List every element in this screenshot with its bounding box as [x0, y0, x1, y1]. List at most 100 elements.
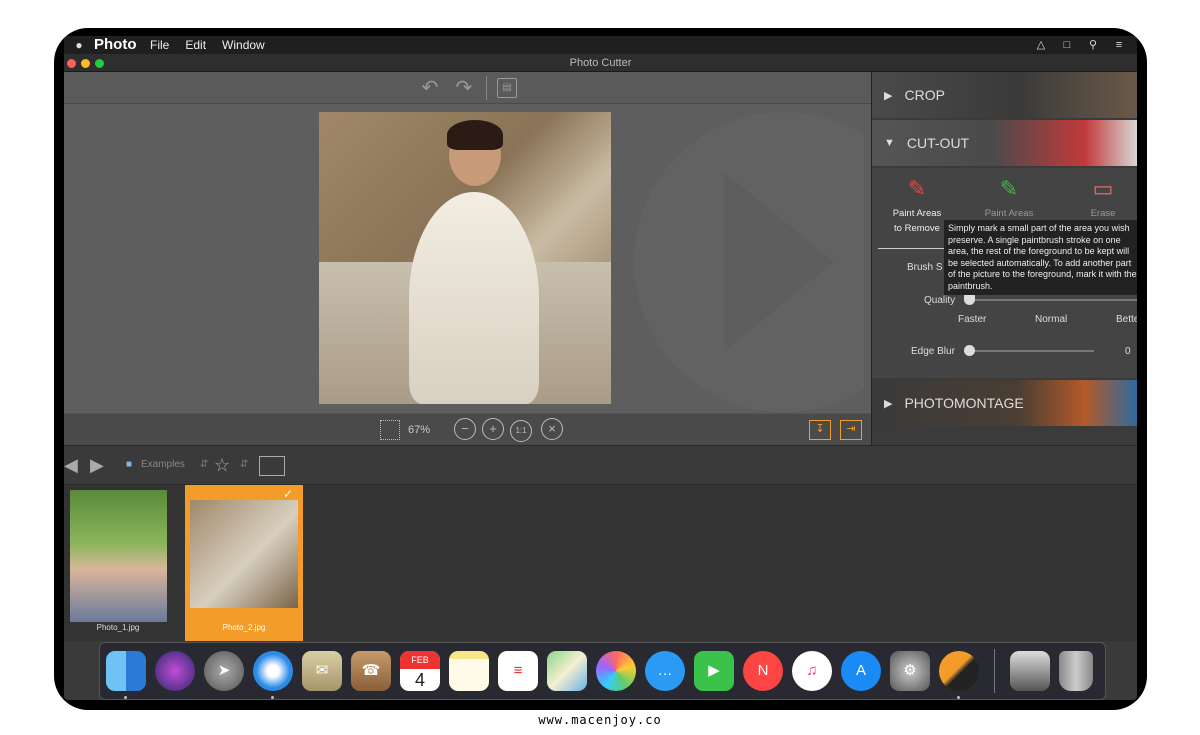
messages-icon[interactable]: …	[645, 651, 685, 691]
folder-popup-icon[interactable]: ⇵	[200, 454, 208, 476]
facetime-icon[interactable]: ▶	[694, 651, 734, 691]
window-title: Photo Cutter	[569, 57, 632, 69]
section-photomontage-label: PHOTOMONTAGE	[904, 395, 1024, 411]
expand-triangle-icon: ▶	[884, 397, 893, 410]
eraser-icon: ▭	[1092, 176, 1114, 201]
news-icon[interactable]: N	[743, 651, 783, 691]
quality-label: Quality	[924, 295, 956, 306]
watermark-logo	[634, 112, 864, 412]
thumbnail-caption: Photo_2.jpg	[222, 623, 266, 632]
siri-icon[interactable]	[155, 651, 195, 691]
quality-tick-faster: Faster	[958, 314, 987, 325]
red-brush-icon: ✎	[907, 176, 927, 201]
tool-erase-label: Erase	[1090, 208, 1116, 219]
safari-icon[interactable]	[253, 651, 293, 699]
thumbnail-item[interactable]: Photo_1.jpg	[64, 485, 182, 641]
menu-window[interactable]: Window	[222, 38, 265, 52]
fit-icon[interactable]	[380, 418, 400, 442]
dock-divider	[994, 649, 995, 693]
section-photomontage[interactable]: ▶ PHOTOMONTAGE	[872, 380, 1137, 426]
collapse-triangle-icon: ▼	[884, 137, 895, 149]
calendar-icon[interactable]: FEB 4	[400, 651, 440, 691]
mail-icon[interactable]: ✉	[302, 651, 342, 691]
folder-name[interactable]: Examples	[141, 454, 185, 476]
reminders-icon[interactable]: ≡	[498, 651, 538, 691]
minimize-button[interactable]	[81, 59, 90, 68]
maps-icon[interactable]	[547, 651, 587, 691]
rating-popup-icon[interactable]: ⇵	[240, 454, 248, 476]
menu-edit[interactable]: Edit	[185, 38, 206, 52]
finder-icon[interactable]	[106, 651, 146, 699]
photos-icon[interactable]	[596, 651, 636, 691]
edge-blur-label: Edge Blur	[911, 346, 955, 357]
export-icon[interactable]: ↧	[809, 420, 831, 440]
system-preferences-icon[interactable]: ⚙	[890, 651, 930, 691]
menu-file[interactable]: File	[150, 38, 169, 52]
zoom-fit-icon[interactable]: ×	[541, 418, 563, 440]
apple-icon[interactable]: ●	[64, 38, 94, 52]
tool-paint-remove[interactable]: ✎ Paint Areas to Remove	[882, 174, 952, 234]
edge-blur-value: 0	[1125, 346, 1131, 357]
calendar-day: 4	[414, 670, 425, 690]
edge-blur-slider-knob[interactable]	[964, 345, 975, 356]
quality-slider-knob[interactable]	[964, 294, 975, 305]
top-toolbar: ↶ ↷ ▤	[64, 72, 871, 104]
compare-icon[interactable]: ⇥	[840, 420, 862, 440]
actual-size-icon[interactable]: 1:1	[510, 420, 532, 442]
right-panel: ▶ CROP ▼ CUT-OUT ✎ Paint Areas to Remove…	[871, 72, 1137, 445]
folder-small-icon: ■	[126, 459, 133, 470]
redo-icon[interactable]: ↷	[452, 76, 476, 100]
thumbnail-item-selected[interactable]: ✓ Photo_2.jpg	[185, 485, 303, 641]
zoom-in-icon[interactable]: +	[482, 418, 504, 440]
zoom-level: 67%	[408, 424, 431, 436]
zoom-bar: 67% − + 1:1 × ↧ ⇥	[64, 413, 871, 445]
music-icon[interactable]: ♫	[792, 651, 832, 691]
thumbnail-image	[70, 490, 167, 622]
section-crop-label: CROP	[904, 87, 945, 103]
launchpad-icon[interactable]: ➤	[204, 651, 244, 691]
cutout-tools: ✎ Paint Areas to Remove ✎ Paint Areas ▭ …	[872, 168, 1137, 378]
tool-erase[interactable]: ▭ Erase	[1068, 174, 1137, 219]
selected-tool-underline	[878, 248, 948, 249]
tool-paint-keep[interactable]: ✎ Paint Areas	[974, 174, 1044, 219]
contacts-icon[interactable]: ☎	[351, 651, 391, 691]
section-cutout[interactable]: ▼ CUT-OUT	[872, 120, 1137, 166]
quality-slider[interactable]	[964, 299, 1137, 301]
expand-triangle-icon: ▶	[884, 89, 893, 102]
app-store-icon[interactable]: A	[841, 651, 881, 691]
zoom-out-icon[interactable]: −	[454, 418, 476, 440]
brush-size-label: Brush S	[907, 262, 943, 273]
trash-icon[interactable]	[1059, 651, 1093, 691]
window-titlebar: Photo Cutter	[64, 54, 1137, 72]
close-button[interactable]	[67, 59, 76, 68]
zoom-button[interactable]	[95, 59, 104, 68]
save-icon[interactable]: ▤	[497, 77, 517, 98]
photo-dress	[409, 192, 539, 404]
quality-tick-normal: Normal	[1035, 314, 1068, 325]
display-icon[interactable]: □	[1059, 39, 1075, 51]
airplay-icon[interactable]: △	[1033, 39, 1049, 51]
open-folder-icon[interactable]	[259, 456, 285, 476]
calendar-month: FEB	[400, 651, 440, 669]
tool-paint-remove-label2: to Remove	[894, 223, 940, 234]
last-photo-icon[interactable]: ▶	[90, 454, 104, 476]
undo-icon[interactable]: ↶	[418, 76, 442, 100]
first-photo-icon[interactable]: ◀	[64, 454, 78, 476]
dock: ➤ ✉ ☎ FEB 4 ≡ … ▶ N ♫ A ⚙	[99, 642, 1106, 700]
section-crop[interactable]: ▶ CROP	[872, 72, 1137, 118]
photo-cutter-icon[interactable]	[939, 651, 979, 699]
notes-icon[interactable]	[449, 651, 489, 691]
filmstrip-toolbar: ◀ ▶ ■ Examples ⇵ ☆ ⇵	[64, 445, 1137, 485]
list-icon[interactable]: ≡	[1111, 39, 1127, 51]
tooltip: Simply mark a small part of the area you…	[944, 220, 1137, 295]
edge-blur-slider[interactable]	[964, 350, 1094, 352]
main-photo[interactable]	[319, 112, 611, 404]
downloads-stack-icon[interactable]	[1010, 651, 1050, 691]
checkmark-icon: ✓	[283, 487, 294, 501]
menu-bar: ● Photo Cutter File Edit Window △ □ ⚲ ≡	[64, 36, 1137, 93]
star-icon[interactable]: ☆	[214, 454, 230, 476]
thumbnail-caption: Photo_1.jpg	[96, 623, 140, 632]
quality-tick-better: Bette	[1116, 314, 1137, 325]
search-icon[interactable]: ⚲	[1085, 39, 1101, 51]
toolbar-divider	[486, 75, 487, 100]
